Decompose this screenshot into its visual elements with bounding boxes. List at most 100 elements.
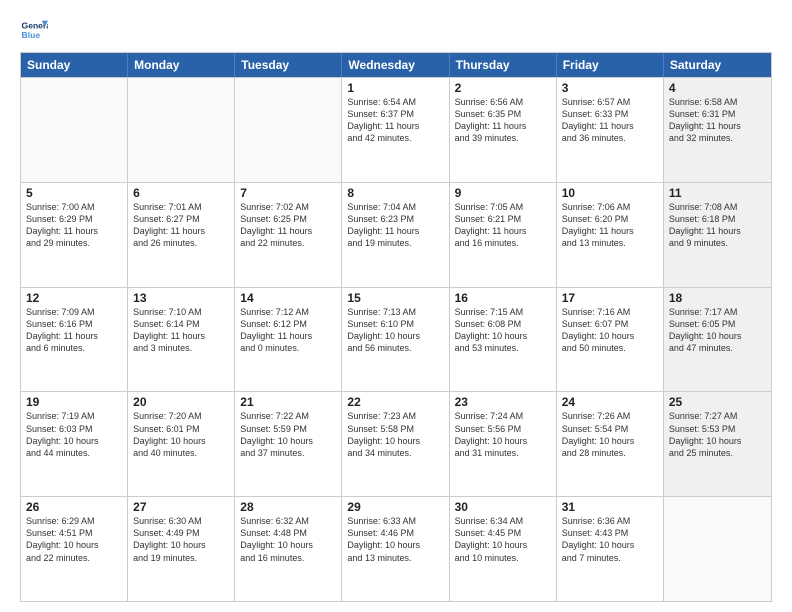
cal-cell-4-3: 29Sunrise: 6:33 AM Sunset: 4:46 PM Dayli…	[342, 497, 449, 601]
day-info: Sunrise: 7:10 AM Sunset: 6:14 PM Dayligh…	[133, 306, 229, 355]
day-info: Sunrise: 7:16 AM Sunset: 6:07 PM Dayligh…	[562, 306, 658, 355]
calendar-row-0: 1Sunrise: 6:54 AM Sunset: 6:37 PM Daylig…	[21, 77, 771, 182]
calendar-row-4: 26Sunrise: 6:29 AM Sunset: 4:51 PM Dayli…	[21, 496, 771, 601]
cal-cell-0-6: 4Sunrise: 6:58 AM Sunset: 6:31 PM Daylig…	[664, 78, 771, 182]
cal-cell-3-1: 20Sunrise: 7:20 AM Sunset: 6:01 PM Dayli…	[128, 392, 235, 496]
day-info: Sunrise: 7:06 AM Sunset: 6:20 PM Dayligh…	[562, 201, 658, 250]
day-number: 16	[455, 291, 551, 305]
cal-cell-4-0: 26Sunrise: 6:29 AM Sunset: 4:51 PM Dayli…	[21, 497, 128, 601]
cal-cell-1-0: 5Sunrise: 7:00 AM Sunset: 6:29 PM Daylig…	[21, 183, 128, 287]
cal-cell-1-3: 8Sunrise: 7:04 AM Sunset: 6:23 PM Daylig…	[342, 183, 449, 287]
day-number: 12	[26, 291, 122, 305]
calendar-row-3: 19Sunrise: 7:19 AM Sunset: 6:03 PM Dayli…	[21, 391, 771, 496]
day-number: 15	[347, 291, 443, 305]
cal-cell-3-6: 25Sunrise: 7:27 AM Sunset: 5:53 PM Dayli…	[664, 392, 771, 496]
cal-cell-0-0	[21, 78, 128, 182]
day-number: 4	[669, 81, 766, 95]
logo-icon: General Blue	[20, 16, 48, 44]
day-info: Sunrise: 7:22 AM Sunset: 5:59 PM Dayligh…	[240, 410, 336, 459]
header-day-wednesday: Wednesday	[342, 53, 449, 77]
cal-cell-3-5: 24Sunrise: 7:26 AM Sunset: 5:54 PM Dayli…	[557, 392, 664, 496]
day-info: Sunrise: 6:57 AM Sunset: 6:33 PM Dayligh…	[562, 96, 658, 145]
logo: General Blue	[20, 16, 52, 44]
cal-cell-3-0: 19Sunrise: 7:19 AM Sunset: 6:03 PM Dayli…	[21, 392, 128, 496]
day-number: 13	[133, 291, 229, 305]
svg-text:Blue: Blue	[22, 30, 41, 40]
day-info: Sunrise: 7:01 AM Sunset: 6:27 PM Dayligh…	[133, 201, 229, 250]
calendar-body: 1Sunrise: 6:54 AM Sunset: 6:37 PM Daylig…	[21, 77, 771, 601]
day-info: Sunrise: 7:04 AM Sunset: 6:23 PM Dayligh…	[347, 201, 443, 250]
day-number: 28	[240, 500, 336, 514]
day-info: Sunrise: 7:12 AM Sunset: 6:12 PM Dayligh…	[240, 306, 336, 355]
page: General Blue SundayMondayTuesdayWednesda…	[0, 0, 792, 612]
header: General Blue	[20, 16, 772, 44]
cal-cell-3-3: 22Sunrise: 7:23 AM Sunset: 5:58 PM Dayli…	[342, 392, 449, 496]
day-info: Sunrise: 6:32 AM Sunset: 4:48 PM Dayligh…	[240, 515, 336, 564]
day-number: 30	[455, 500, 551, 514]
day-number: 6	[133, 186, 229, 200]
day-number: 27	[133, 500, 229, 514]
cal-cell-4-1: 27Sunrise: 6:30 AM Sunset: 4:49 PM Dayli…	[128, 497, 235, 601]
cal-cell-2-6: 18Sunrise: 7:17 AM Sunset: 6:05 PM Dayli…	[664, 288, 771, 392]
day-number: 5	[26, 186, 122, 200]
day-info: Sunrise: 7:27 AM Sunset: 5:53 PM Dayligh…	[669, 410, 766, 459]
day-number: 31	[562, 500, 658, 514]
header-day-monday: Monday	[128, 53, 235, 77]
day-number: 17	[562, 291, 658, 305]
day-info: Sunrise: 7:24 AM Sunset: 5:56 PM Dayligh…	[455, 410, 551, 459]
day-info: Sunrise: 7:15 AM Sunset: 6:08 PM Dayligh…	[455, 306, 551, 355]
cal-cell-2-2: 14Sunrise: 7:12 AM Sunset: 6:12 PM Dayli…	[235, 288, 342, 392]
header-day-tuesday: Tuesday	[235, 53, 342, 77]
cal-cell-1-6: 11Sunrise: 7:08 AM Sunset: 6:18 PM Dayli…	[664, 183, 771, 287]
day-info: Sunrise: 7:02 AM Sunset: 6:25 PM Dayligh…	[240, 201, 336, 250]
day-info: Sunrise: 6:36 AM Sunset: 4:43 PM Dayligh…	[562, 515, 658, 564]
day-info: Sunrise: 6:58 AM Sunset: 6:31 PM Dayligh…	[669, 96, 766, 145]
calendar-row-2: 12Sunrise: 7:09 AM Sunset: 6:16 PM Dayli…	[21, 287, 771, 392]
cal-cell-0-2	[235, 78, 342, 182]
day-info: Sunrise: 6:30 AM Sunset: 4:49 PM Dayligh…	[133, 515, 229, 564]
cal-cell-0-3: 1Sunrise: 6:54 AM Sunset: 6:37 PM Daylig…	[342, 78, 449, 182]
day-number: 14	[240, 291, 336, 305]
cal-cell-1-5: 10Sunrise: 7:06 AM Sunset: 6:20 PM Dayli…	[557, 183, 664, 287]
day-info: Sunrise: 6:56 AM Sunset: 6:35 PM Dayligh…	[455, 96, 551, 145]
calendar: SundayMondayTuesdayWednesdayThursdayFrid…	[20, 52, 772, 602]
day-info: Sunrise: 7:09 AM Sunset: 6:16 PM Dayligh…	[26, 306, 122, 355]
cal-cell-1-1: 6Sunrise: 7:01 AM Sunset: 6:27 PM Daylig…	[128, 183, 235, 287]
header-day-sunday: Sunday	[21, 53, 128, 77]
day-info: Sunrise: 7:23 AM Sunset: 5:58 PM Dayligh…	[347, 410, 443, 459]
header-day-friday: Friday	[557, 53, 664, 77]
cal-cell-3-2: 21Sunrise: 7:22 AM Sunset: 5:59 PM Dayli…	[235, 392, 342, 496]
day-info: Sunrise: 7:05 AM Sunset: 6:21 PM Dayligh…	[455, 201, 551, 250]
day-number: 11	[669, 186, 766, 200]
cal-cell-0-4: 2Sunrise: 6:56 AM Sunset: 6:35 PM Daylig…	[450, 78, 557, 182]
day-number: 8	[347, 186, 443, 200]
day-info: Sunrise: 6:34 AM Sunset: 4:45 PM Dayligh…	[455, 515, 551, 564]
day-number: 25	[669, 395, 766, 409]
cal-cell-2-1: 13Sunrise: 7:10 AM Sunset: 6:14 PM Dayli…	[128, 288, 235, 392]
day-info: Sunrise: 7:13 AM Sunset: 6:10 PM Dayligh…	[347, 306, 443, 355]
cal-cell-3-4: 23Sunrise: 7:24 AM Sunset: 5:56 PM Dayli…	[450, 392, 557, 496]
day-info: Sunrise: 7:17 AM Sunset: 6:05 PM Dayligh…	[669, 306, 766, 355]
day-number: 23	[455, 395, 551, 409]
header-day-thursday: Thursday	[450, 53, 557, 77]
cal-cell-4-2: 28Sunrise: 6:32 AM Sunset: 4:48 PM Dayli…	[235, 497, 342, 601]
day-number: 20	[133, 395, 229, 409]
day-info: Sunrise: 6:54 AM Sunset: 6:37 PM Dayligh…	[347, 96, 443, 145]
day-number: 29	[347, 500, 443, 514]
day-number: 18	[669, 291, 766, 305]
day-number: 22	[347, 395, 443, 409]
day-number: 10	[562, 186, 658, 200]
day-number: 1	[347, 81, 443, 95]
day-info: Sunrise: 7:26 AM Sunset: 5:54 PM Dayligh…	[562, 410, 658, 459]
day-number: 9	[455, 186, 551, 200]
day-number: 7	[240, 186, 336, 200]
cal-cell-2-0: 12Sunrise: 7:09 AM Sunset: 6:16 PM Dayli…	[21, 288, 128, 392]
cal-cell-4-5: 31Sunrise: 6:36 AM Sunset: 4:43 PM Dayli…	[557, 497, 664, 601]
calendar-header: SundayMondayTuesdayWednesdayThursdayFrid…	[21, 53, 771, 77]
day-number: 24	[562, 395, 658, 409]
cal-cell-0-5: 3Sunrise: 6:57 AM Sunset: 6:33 PM Daylig…	[557, 78, 664, 182]
day-number: 21	[240, 395, 336, 409]
day-number: 19	[26, 395, 122, 409]
day-number: 26	[26, 500, 122, 514]
day-info: Sunrise: 7:00 AM Sunset: 6:29 PM Dayligh…	[26, 201, 122, 250]
